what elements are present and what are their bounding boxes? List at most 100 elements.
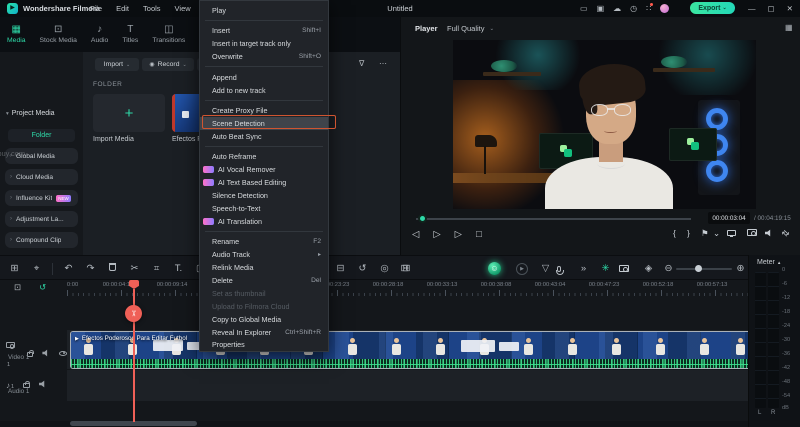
chroma-key-icon[interactable]: ✳	[599, 256, 612, 281]
menu-item-label: Reveal In Explorer	[212, 328, 285, 337]
auto-ripple-icon[interactable]: ↺	[39, 282, 46, 293]
sidebar-item-influence-kit[interactable]: ›Influence KitNEW	[5, 190, 78, 206]
menu-item-auto-reframe[interactable]: Auto Reframe	[200, 150, 328, 163]
menubar: ▶ Wondershare Filmora FileEditToolsViewH…	[0, 0, 800, 17]
menu-item-relink-media[interactable]: Relink Media	[200, 261, 328, 274]
fullscreen-icon[interactable]: ⇄	[780, 228, 791, 239]
menu-item-audio-track[interactable]: Audio Track▸	[200, 248, 328, 261]
menu-item-add-to-new-track[interactable]: Add to new track	[200, 84, 328, 97]
menu-tools[interactable]: Tools	[143, 4, 161, 13]
menu-item-overwrite[interactable]: OverwriteShift+O	[200, 50, 328, 63]
import-button[interactable]: Import⌄	[95, 58, 139, 71]
timeline-ruler[interactable]: -00:0000:00:04:1900:00:09:1400:00:14:090…	[67, 280, 748, 297]
mark-out-icon[interactable]: }	[687, 229, 690, 238]
menu-item-ai-text-based-editing[interactable]: AI Text Based Editing	[200, 176, 328, 189]
minimize-button[interactable]: —	[748, 4, 756, 13]
seek-handle[interactable]	[418, 214, 427, 223]
speed-icon[interactable]: »	[577, 256, 590, 281]
apps-grid-icon[interactable]: ∷	[646, 5, 651, 13]
sidebar-item-compound-clip[interactable]: ›Compound Clip	[5, 232, 78, 248]
timeline-clip[interactable]: ▶Efectos Poderosos Para Editar Futbol	[70, 331, 753, 369]
seek-bar[interactable]	[416, 218, 691, 220]
menu-item-play[interactable]: Play	[200, 4, 328, 17]
menu-item-rename[interactable]: RenameF2	[200, 235, 328, 248]
tab-stock-media[interactable]: ⊡Stock Media	[33, 17, 84, 52]
mute-track-icon[interactable]	[39, 380, 47, 388]
tab-transitions[interactable]: ◫Transitions	[145, 17, 192, 52]
ai-assistant-icon[interactable]: ☺	[488, 256, 501, 281]
menu-item-delete[interactable]: DeleteDel	[200, 274, 328, 287]
menu-item-copy-to-global-media[interactable]: Copy to Global Media	[200, 313, 328, 326]
notifications-icon[interactable]: ◷	[630, 5, 637, 13]
menu-item-insert[interactable]: InsertShift+I	[200, 24, 328, 37]
voice-clip-icon[interactable]: ⊡	[398, 256, 411, 281]
filter-icon[interactable]: ∇	[359, 59, 364, 68]
menu-item-label: Insert in target track only	[212, 39, 321, 48]
menu-item-label: Speech-to-Text	[212, 204, 321, 213]
menu-item-silence-detection[interactable]: Silence Detection	[200, 189, 328, 202]
zoom-slider-handle[interactable]	[695, 265, 702, 272]
menu-item-ai-vocal-remover[interactable]: AI Vocal Remover	[200, 163, 328, 176]
menu-view[interactable]: View	[175, 4, 191, 13]
maximize-button[interactable]: ▢	[768, 4, 775, 13]
menu-file[interactable]: File	[90, 4, 102, 13]
menu-item-append[interactable]: Append	[200, 71, 328, 84]
manage-tracks-icon[interactable]: ⊡	[14, 282, 21, 293]
menu-item-ai-translation[interactable]: AI Translation	[200, 215, 328, 228]
audio-track-row[interactable]	[67, 370, 748, 401]
export-button[interactable]: Export⌄	[690, 2, 735, 14]
audio-track-header: ♪1 Audio 1	[0, 370, 67, 401]
record-button[interactable]: ◉Record⌄	[142, 58, 194, 71]
menu-item-reveal-in-explorer[interactable]: Reveal In ExplorerCtrl+Shift+R	[200, 326, 328, 339]
hide-track-icon[interactable]	[59, 351, 67, 356]
snapshot-camera-icon[interactable]	[619, 256, 629, 281]
cloud-upload-icon[interactable]: ☁	[613, 5, 621, 13]
save-icon[interactable]: ▣	[597, 5, 605, 13]
timeline-zoom-slider[interactable]	[676, 268, 732, 270]
more-options-icon[interactable]: ⋯	[379, 59, 387, 68]
mirror-display-icon[interactable]	[727, 229, 736, 238]
display-icon[interactable]: ▭	[580, 5, 588, 13]
menu-item-speech-to-text[interactable]: Speech-to-Text	[200, 202, 328, 215]
sidebar-root-label: Project Media	[12, 110, 55, 117]
menu-item-properties[interactable]: Properties	[200, 338, 328, 351]
sidebar-item-cloud-media[interactable]: ›Cloud Media	[5, 169, 78, 185]
marker-caret-icon[interactable]: ⌄	[713, 229, 720, 238]
volume-icon[interactable]	[765, 229, 773, 239]
sidebar-item-adjustment-la-[interactable]: ›Adjustment La...	[5, 211, 78, 227]
tab-audio[interactable]: ♪Audio	[84, 17, 115, 52]
menu-item-insert-in-target-track-only[interactable]: Insert in target track only	[200, 37, 328, 50]
keyframe-icon[interactable]: ◈	[642, 256, 655, 281]
ruler-time-label: 00:00:43:04	[535, 282, 566, 288]
close-button[interactable]: ✕	[787, 4, 793, 13]
menu-edit[interactable]: Edit	[116, 4, 129, 13]
playhead-split-button[interactable]: ✂	[125, 305, 142, 322]
caret-down-icon: ▾	[6, 111, 9, 117]
filmora-logo-on-screen	[687, 138, 699, 150]
sidebar-item-folder[interactable]: Folder	[8, 129, 75, 142]
preview-play-icon[interactable]: ▶	[516, 256, 528, 281]
zoom-out-icon[interactable]: ⊖	[662, 256, 675, 281]
menu-item-auto-beat-sync[interactable]: Auto Beat Sync	[200, 130, 328, 143]
mark-in-icon[interactable]: {	[673, 229, 676, 238]
camera-shape	[747, 229, 757, 236]
user-avatar[interactable]	[660, 4, 669, 13]
thumbnail-person	[347, 338, 357, 358]
preview-fit-icon[interactable]: ▦	[785, 23, 793, 32]
mute-track-icon[interactable]	[42, 349, 49, 357]
tab-label: Transitions	[152, 37, 185, 44]
plant	[661, 56, 687, 68]
quality-dropdown[interactable]: Full Quality⌄	[447, 24, 494, 33]
tab-media[interactable]: ▦Media	[0, 17, 33, 52]
meter-header[interactable]: Meter▴	[757, 259, 780, 266]
snapshot-icon[interactable]	[747, 229, 757, 238]
sidebar-item-label: Cloud Media	[16, 174, 53, 181]
zoom-in-icon[interactable]: ⊕	[734, 256, 747, 281]
marker-flag-icon[interactable]: ⚑	[701, 229, 709, 238]
tab-titles[interactable]: TTitles	[115, 17, 145, 52]
sidebar-item-project-media[interactable]: ▾Project Media	[6, 110, 55, 117]
voiceover-mic-icon[interactable]	[557, 256, 561, 281]
import-media-tile[interactable]: +	[93, 94, 165, 132]
mask-shield-icon[interactable]: ▽	[539, 256, 552, 281]
video-camera-icon[interactable]: 1	[6, 335, 18, 371]
